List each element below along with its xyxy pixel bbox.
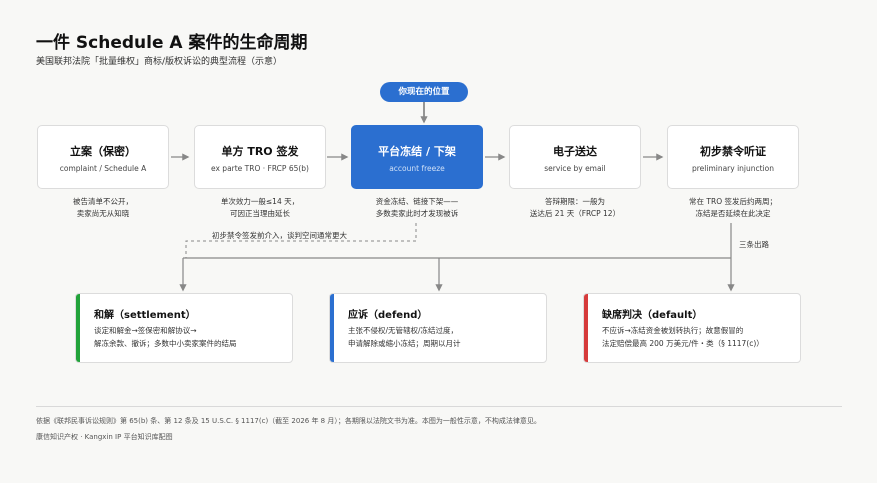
outcome-default: 缺席判决（default） 不应诉→冻结资金被划转执行；故意假冒的 法定赔偿最高… bbox=[583, 293, 801, 363]
outcome-settlement: 和解（settlement） 谈定和解金→签保密和解协议→ 解冻余款、撤诉；多数… bbox=[75, 293, 293, 363]
current-position-badge: 你现在的位置 bbox=[380, 82, 468, 102]
outcome-color-bar bbox=[584, 294, 588, 362]
footer-credit: 康信知识产权 · Kangxin IP 平台知识库配图 bbox=[36, 433, 173, 441]
stage-account-freeze: 平台冻结 / 下架 account freeze bbox=[351, 125, 483, 189]
stage-tro: 单方 TRO 签发 ex parte TRO · FRCP 65(b) bbox=[194, 125, 326, 189]
outcome-desc: 谈定和解金→签保密和解协议→ 解冻余款、撤诉；多数中小卖家案件的结局 bbox=[94, 326, 237, 348]
stage-name: 立案（保密） bbox=[70, 145, 136, 158]
stage-note-injunction: 常在 TRO 签发后约两周； 冻结是否延续在此决定 bbox=[689, 197, 777, 218]
stage-name: 初步禁令听证 bbox=[700, 145, 766, 158]
page-subtitle: 美国联邦法院「批量维权」商标/版权诉讼的典型流程（示意） bbox=[36, 57, 283, 67]
stage-name: 电子送达 bbox=[553, 145, 597, 158]
stage-en: ex parte TRO · FRCP 65(b) bbox=[211, 164, 309, 173]
stage-name: 平台冻结 / 下架 bbox=[378, 145, 456, 158]
outcome-desc: 不应诉→冻结资金被划转执行；故意假冒的 法定赔偿最高 200 万美元/件・类（§… bbox=[602, 326, 764, 348]
stage-en: account freeze bbox=[389, 164, 445, 173]
outcome-name: 应诉（defend） bbox=[348, 310, 428, 321]
stage-en: preliminary injunction bbox=[691, 164, 775, 173]
early-settlement-label: 初步禁令签发前介入，谈判空间通常更大 bbox=[212, 231, 347, 240]
stage-service: 电子送达 service by email bbox=[509, 125, 641, 189]
stage-note-complaint: 被告清单不公开， 卖家尚无从知晓 bbox=[73, 197, 133, 218]
page-title: 一件 Schedule A 案件的生命周期 bbox=[36, 33, 308, 53]
stage-note-freeze: 资金冻结、链接下架—— 多数卖家此时才发现被诉 bbox=[375, 197, 459, 218]
stage-en: service by email bbox=[544, 164, 606, 173]
footer-divider bbox=[36, 406, 842, 407]
outcome-color-bar bbox=[76, 294, 80, 362]
three-outcomes-label: 三条出路 bbox=[739, 240, 769, 249]
stage-note-tro: 单次效力一般≤14 天， 可因正当理由延长 bbox=[220, 197, 300, 218]
outcome-name: 缺席判决（default） bbox=[602, 310, 703, 321]
stage-name: 单方 TRO 签发 bbox=[221, 145, 299, 158]
footer-note: 依据《联邦民事诉讼规则》第 65(b) 条、第 12 条及 15 U.S.C. … bbox=[36, 417, 541, 425]
stage-note-service: 答辩期限：一般为 送达后 21 天（FRCP 12） bbox=[529, 197, 621, 218]
stage-en: complaint / Schedule A bbox=[59, 164, 147, 173]
outcome-desc: 主张不侵权/无管辖权/冻结过度， 申请解除或缩小冻结；周期以月计 bbox=[348, 326, 461, 348]
outcome-defend: 应诉（defend） 主张不侵权/无管辖权/冻结过度， 申请解除或缩小冻结；周期… bbox=[329, 293, 547, 363]
outcome-color-bar bbox=[330, 294, 334, 362]
stage-preliminary-injunction: 初步禁令听证 preliminary injunction bbox=[667, 125, 799, 189]
stage-complaint: 立案（保密） complaint / Schedule A bbox=[37, 125, 169, 189]
outcome-name: 和解（settlement） bbox=[94, 310, 196, 321]
